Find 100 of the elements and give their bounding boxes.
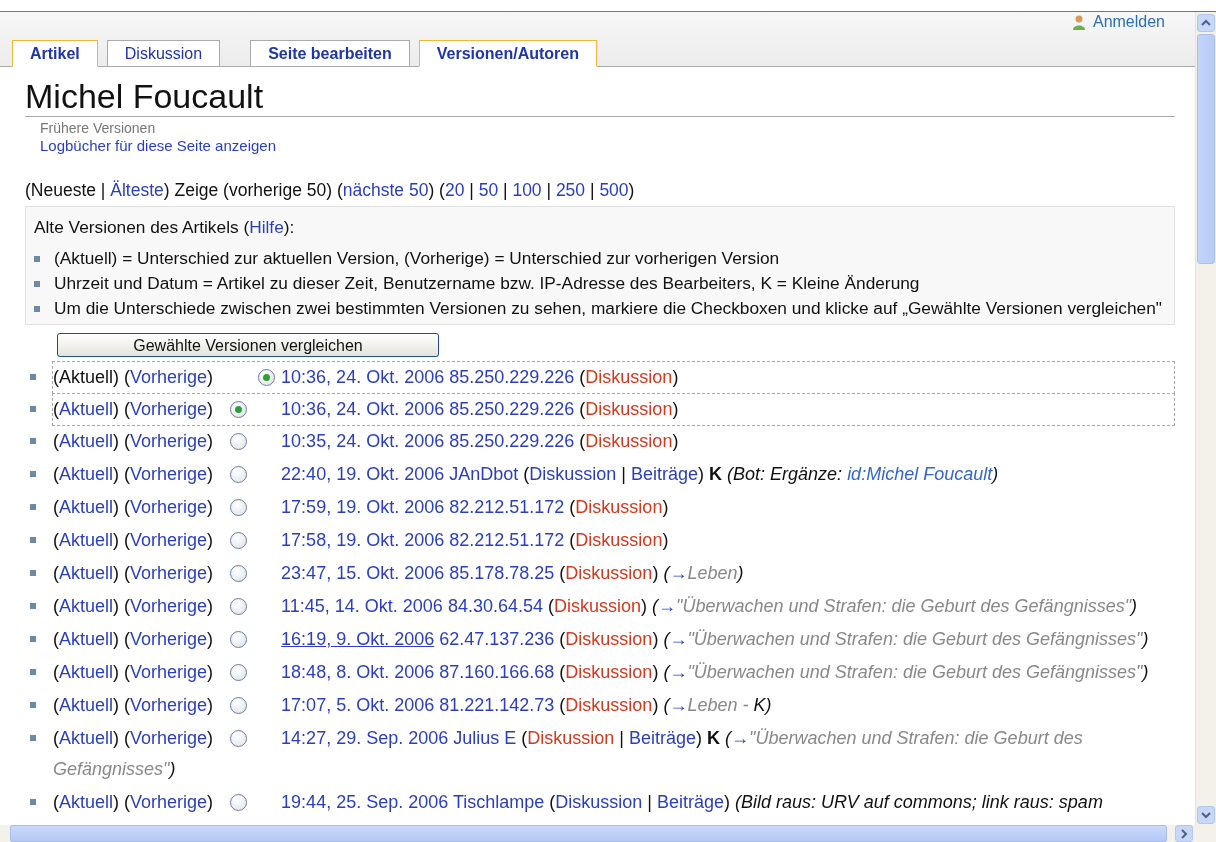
revision-link[interactable]: Aktuell bbox=[59, 792, 114, 812]
revision-link[interactable]: Aktuell bbox=[59, 563, 114, 583]
radio-button[interactable] bbox=[230, 631, 248, 648]
revision-link[interactable]: Vorherige bbox=[130, 596, 208, 616]
revision-link[interactable]: JAnDbot bbox=[449, 464, 519, 484]
revision-link[interactable]: Aktuell bbox=[59, 464, 114, 484]
radio-button[interactable] bbox=[230, 466, 248, 483]
revision-link[interactable]: 87.160.166.68 bbox=[439, 662, 555, 682]
revision-link[interactable]: Aktuell bbox=[59, 431, 114, 451]
compare-button[interactable]: Gewählte Versionen vergleichen bbox=[57, 333, 439, 357]
revision-link[interactable]: Vorherige bbox=[130, 695, 208, 715]
radio-button[interactable] bbox=[230, 532, 248, 549]
pager-link[interactable]: 20 bbox=[444, 180, 465, 200]
revision-link[interactable]: Vorherige bbox=[130, 792, 208, 812]
revision-link[interactable]: Aktuell bbox=[59, 728, 114, 748]
help-link[interactable]: Hilfe bbox=[249, 217, 284, 237]
revision-link[interactable]: Aktuell bbox=[59, 695, 114, 715]
revision-link[interactable]: 62.47.137.236 bbox=[439, 629, 555, 649]
pager-link[interactable]: 250 bbox=[555, 180, 586, 200]
pager-link[interactable]: 500 bbox=[599, 180, 629, 200]
missing-page-link[interactable]: Diskussion bbox=[565, 662, 653, 682]
missing-page-link[interactable]: Diskussion bbox=[565, 629, 653, 649]
revision-link[interactable]: Julius E bbox=[453, 728, 517, 748]
scroll-right-icon[interactable] bbox=[1175, 825, 1193, 842]
missing-page-link[interactable]: Diskussion bbox=[565, 563, 653, 583]
revision-link[interactable]: 18:48, 8. Okt. 2006 bbox=[281, 662, 435, 682]
radio-button[interactable] bbox=[230, 565, 248, 582]
revision-link[interactable]: Diskussion bbox=[529, 464, 617, 484]
revision-link[interactable]: Beiträge bbox=[657, 792, 725, 812]
revision-link[interactable]: 17:07, 5. Okt. 2006 bbox=[281, 695, 435, 715]
revision-link[interactable]: Tischlampe bbox=[452, 792, 545, 812]
tab[interactable]: Versionen/Autoren bbox=[418, 40, 597, 67]
scroll-up-icon[interactable] bbox=[1197, 14, 1215, 32]
revision-link[interactable]: Vorherige bbox=[130, 464, 208, 484]
revision-link[interactable]: 14:27, 29. Sep. 2006 bbox=[281, 728, 449, 748]
revision-link[interactable]: 82.212.51.172 bbox=[449, 530, 565, 550]
revision-link[interactable]: 10:35, 24. Okt. 2006 bbox=[281, 431, 445, 451]
radio-button[interactable] bbox=[258, 369, 276, 386]
revision-link[interactable]: Aktuell bbox=[59, 399, 114, 419]
tab[interactable]: Artikel bbox=[12, 40, 98, 67]
radio-button[interactable] bbox=[230, 401, 248, 418]
missing-page-link[interactable]: Diskussion bbox=[527, 728, 615, 748]
revision-link[interactable]: 82.212.51.172 bbox=[449, 497, 565, 517]
scroll-thumb[interactable] bbox=[1197, 34, 1215, 264]
section-arrow-link[interactable]: → bbox=[731, 728, 750, 748]
revision-link[interactable]: Vorherige bbox=[130, 530, 208, 550]
revision-link[interactable]: Vorherige bbox=[130, 497, 208, 517]
radio-button[interactable] bbox=[230, 598, 248, 615]
scroll-down-icon[interactable] bbox=[1197, 806, 1215, 824]
revision-link[interactable]: 17:59, 19. Okt. 2006 bbox=[281, 497, 445, 517]
revision-link[interactable]: Vorherige bbox=[130, 431, 208, 451]
revision-link[interactable]: Beiträge bbox=[631, 464, 699, 484]
revision-link[interactable]: 19:44, 25. Sep. 2006 bbox=[281, 792, 449, 812]
missing-page-link[interactable]: Diskussion bbox=[565, 695, 653, 715]
pager-link[interactable]: 100 bbox=[512, 180, 542, 200]
radio-button[interactable] bbox=[230, 433, 248, 450]
revision-link[interactable]: 84.30.64.54 bbox=[447, 596, 543, 616]
revision-link[interactable]: 11:45, 14. Okt. 2006 bbox=[281, 596, 443, 616]
revision-link[interactable]: 23:47, 15. Okt. 2006 bbox=[281, 563, 445, 583]
missing-page-link[interactable]: Diskussion bbox=[585, 431, 673, 451]
revision-link[interactable]: Aktuell bbox=[59, 629, 114, 649]
missing-page-link[interactable]: Diskussion bbox=[575, 497, 663, 517]
radio-button[interactable] bbox=[230, 664, 248, 681]
pager-link[interactable]: nächste 50 bbox=[342, 180, 429, 200]
pager-link[interactable]: 50 bbox=[478, 180, 499, 200]
revision-link[interactable]: 85.178.78.25 bbox=[449, 563, 555, 583]
revision-link[interactable]: Vorherige bbox=[130, 662, 208, 682]
revision-link[interactable]: Vorherige bbox=[130, 367, 208, 387]
missing-page-link[interactable]: Diskussion bbox=[554, 596, 641, 616]
radio-button[interactable] bbox=[230, 794, 248, 811]
revision-link[interactable]: 22:40, 19. Okt. 2006 bbox=[281, 464, 445, 484]
radio-button[interactable] bbox=[230, 499, 248, 516]
revision-link[interactable]: 81.221.142.73 bbox=[439, 695, 555, 715]
revision-link[interactable]: Vorherige bbox=[130, 728, 208, 748]
tab[interactable]: Diskussion bbox=[106, 40, 221, 67]
revision-link[interactable]: Vorherige bbox=[130, 629, 208, 649]
revision-link[interactable]: Aktuell bbox=[59, 596, 114, 616]
revision-link[interactable]: Vorherige bbox=[130, 399, 208, 419]
tab[interactable]: Seite bearbeiten bbox=[250, 40, 410, 67]
horizontal-scroll-thumb[interactable] bbox=[10, 825, 1167, 842]
vertical-scrollbar[interactable] bbox=[1195, 12, 1216, 825]
radio-button[interactable] bbox=[230, 697, 248, 714]
login-link[interactable]: Anmelden bbox=[1092, 12, 1165, 34]
missing-page-link[interactable]: Diskussion bbox=[575, 530, 663, 550]
pager-link[interactable]: Älteste bbox=[110, 180, 164, 200]
revision-link[interactable]: Aktuell bbox=[59, 530, 114, 550]
missing-page-link[interactable]: Diskussion bbox=[585, 367, 673, 387]
revision-link[interactable]: Aktuell bbox=[59, 497, 114, 517]
revision-link[interactable]: 17:58, 19. Okt. 2006 bbox=[281, 530, 445, 550]
revision-link[interactable]: Aktuell bbox=[59, 662, 114, 682]
radio-button[interactable] bbox=[230, 730, 248, 747]
revision-link[interactable]: 85.250.229.226 bbox=[449, 367, 575, 387]
revision-link[interactable]: 16:19, 9. Okt. 2006 bbox=[281, 629, 435, 649]
revision-link[interactable]: Diskussion bbox=[555, 792, 643, 812]
log-link[interactable]: Logbücher für diese Seite anzeigen bbox=[40, 137, 276, 154]
revision-link[interactable]: 10:36, 24. Okt. 2006 bbox=[281, 367, 445, 387]
revision-link[interactable]: 85.250.229.226 bbox=[449, 431, 575, 451]
revision-link[interactable]: 10:36, 24. Okt. 2006 bbox=[281, 399, 445, 419]
missing-page-link[interactable]: Diskussion bbox=[585, 399, 673, 419]
revision-link[interactable]: Beiträge bbox=[629, 728, 697, 748]
